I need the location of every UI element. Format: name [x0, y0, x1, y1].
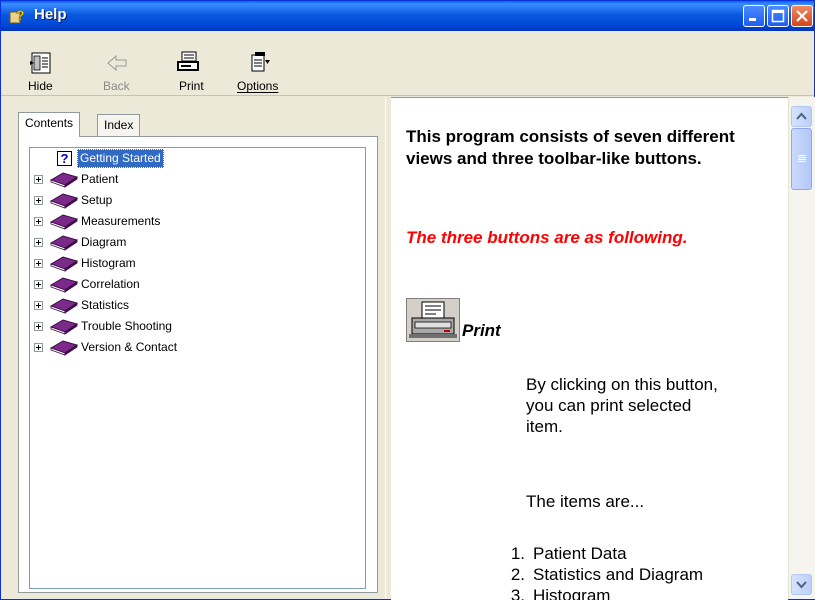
close-icon	[796, 10, 808, 22]
close-button[interactable]	[791, 5, 813, 27]
items-list: 1. Patient Data 2. Statistics and Diagram …	[500, 543, 703, 600]
topic-subheading: The three buttons are as following.	[406, 228, 688, 247]
print-description: By clicking on this button, you can prin…	[526, 375, 718, 436]
list-item: 3. Histogram	[500, 585, 703, 600]
list-item-number: 3.	[510, 586, 525, 600]
list-item: 2. Statistics and Diagram	[500, 564, 703, 585]
items-intro: The items are...	[526, 492, 645, 511]
chevron-down-icon	[796, 581, 807, 589]
expand-plus-icon[interactable]	[34, 301, 43, 310]
tree-item-label: Setup	[81, 193, 113, 207]
scroll-thumb[interactable]	[791, 128, 812, 190]
contents-tree[interactable]: ? Getting Started Patient Setup Measurem…	[29, 147, 366, 589]
back-arrow-icon	[107, 54, 127, 72]
expand-plus-icon[interactable]	[34, 280, 43, 289]
expand-plus-icon[interactable]	[34, 238, 43, 247]
options-icon	[251, 52, 270, 72]
list-item-text: Patient Data	[533, 544, 627, 563]
tree-item-label: Diagram	[81, 235, 127, 249]
print-label: Print	[179, 79, 204, 93]
maximize-icon	[771, 9, 785, 23]
chevron-up-icon	[796, 112, 807, 120]
book-icon	[49, 172, 79, 188]
print-section-title: Print	[462, 321, 501, 340]
tree-item-label: Trouble Shooting	[81, 319, 172, 333]
list-item-number: 2.	[510, 565, 525, 584]
printer-icon	[177, 51, 199, 71]
book-icon	[49, 214, 79, 230]
hide-label: Hide	[28, 79, 53, 93]
tab-contents[interactable]: Contents	[18, 112, 81, 137]
tree-item-label: Getting Started	[77, 149, 164, 168]
tab-index[interactable]: Index	[97, 114, 141, 136]
tree-item-label: Version & Contact	[81, 340, 178, 354]
book-icon	[49, 256, 79, 272]
help-window: ? Help Hide Back Print Options Contents …	[0, 0, 815, 600]
expand-plus-icon[interactable]	[34, 175, 43, 184]
expand-plus-icon[interactable]	[34, 217, 43, 226]
tree-item-label: Histogram	[81, 256, 136, 270]
expand-plus-icon[interactable]	[34, 322, 43, 331]
window-title: Help	[34, 6, 67, 23]
minimize-icon	[749, 18, 756, 21]
printer-icon	[406, 298, 460, 342]
title-bar[interactable]: ? Help	[1, 1, 814, 31]
contents-panel: ? Getting Started Patient Setup Measurem…	[18, 136, 378, 593]
list-item-text: Histogram	[533, 586, 611, 600]
minimize-button[interactable]	[743, 5, 765, 27]
expand-plus-icon[interactable]	[34, 259, 43, 268]
grip-icon	[798, 155, 806, 156]
help-question-icon: ?	[9, 6, 27, 24]
back-label: Back	[103, 79, 130, 93]
topic-content-pane: This program consists of seven different…	[391, 97, 788, 600]
tab-index-label: Index	[104, 118, 134, 132]
list-item-text: Statistics and Diagram	[533, 565, 704, 584]
tree-item-label: Statistics	[81, 298, 130, 312]
book-icon	[49, 298, 79, 314]
book-icon	[49, 319, 79, 335]
book-icon	[49, 193, 79, 209]
svg-text:?: ?	[16, 7, 25, 23]
expand-plus-icon[interactable]	[34, 196, 43, 205]
tree-item-label: Patient	[81, 172, 119, 186]
book-icon	[49, 277, 79, 293]
scroll-up-button[interactable]	[791, 106, 812, 127]
options-label: Options	[237, 79, 279, 93]
topic-heading: This program consists of seven different…	[406, 127, 735, 168]
list-item-number: 1.	[510, 544, 525, 563]
hide-pane-icon	[30, 52, 51, 74]
list-item: 1. Patient Data	[500, 543, 703, 564]
tab-contents-label: Contents	[25, 116, 74, 130]
tree-item-label: Measurements	[81, 214, 161, 228]
book-icon	[49, 340, 79, 356]
tree-item-label: Correlation	[81, 277, 140, 291]
navigation-pane: Contents Index ? Getting Started Patient…	[1, 97, 385, 599]
scroll-down-button[interactable]	[791, 574, 812, 595]
content-scrollbar[interactable]	[788, 97, 815, 599]
book-icon	[49, 235, 79, 251]
expand-plus-icon[interactable]	[34, 343, 43, 352]
maximize-button[interactable]	[767, 5, 789, 27]
question-page-icon: ?	[57, 151, 72, 166]
